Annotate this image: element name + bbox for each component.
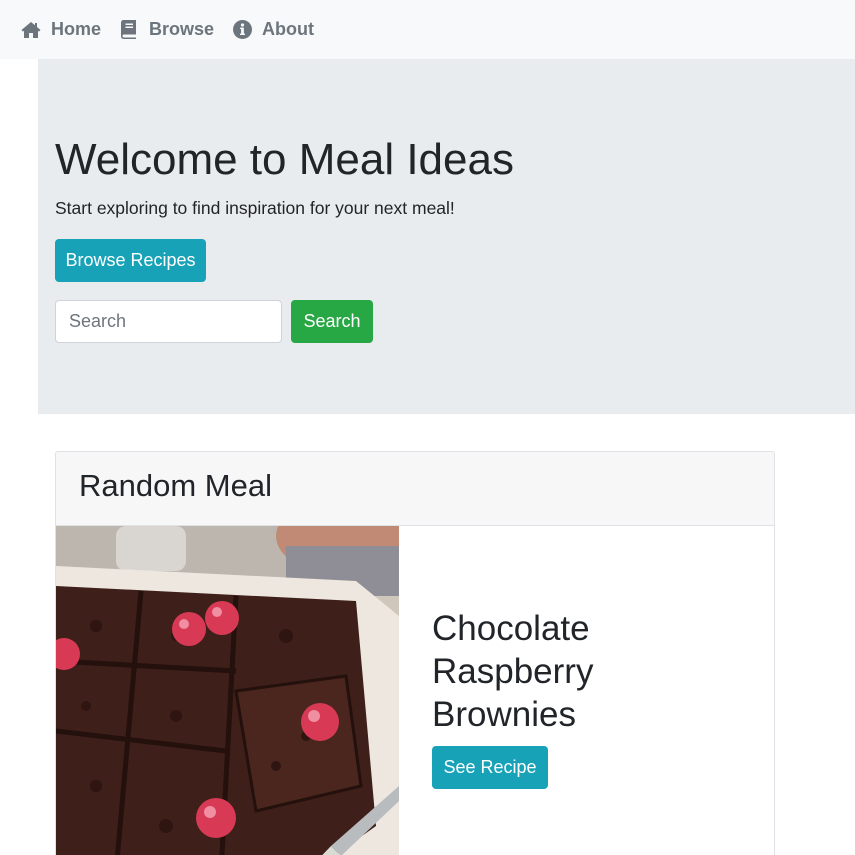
browse-recipes-button[interactable]: Browse Recipes [55,239,206,282]
nav-browse-label: Browse [149,19,215,39]
hero-lead-text: Start exploring to find inspiration for … [55,198,455,218]
random-meal-card: Random Meal Chocolate Raspberry Brownies… [55,451,775,855]
search-button[interactable]: Search [291,300,373,343]
nav-browse-link[interactable]: Browse [119,19,214,40]
navbar: Home Browse About [0,0,855,59]
random-meal-heading: Random Meal [79,468,272,503]
card-header: Random Meal [56,452,774,526]
home-icon [21,20,41,40]
nav-about-label: About [262,19,315,39]
book-icon [119,20,139,40]
info-circle-icon [232,20,252,40]
see-recipe-button[interactable]: See Recipe [432,746,548,789]
search-input[interactable] [55,300,282,343]
hero-title: Welcome to Meal Ideas [55,135,514,184]
hero-jumbotron: Welcome to Meal Ideas Start exploring to… [38,59,855,414]
meal-image [56,526,399,855]
nav-home-link[interactable]: Home [21,19,101,40]
meal-name: Chocolate Raspberry Brownies [432,609,594,734]
nav-about-link[interactable]: About [232,19,314,40]
nav-home-label: Home [51,19,102,39]
